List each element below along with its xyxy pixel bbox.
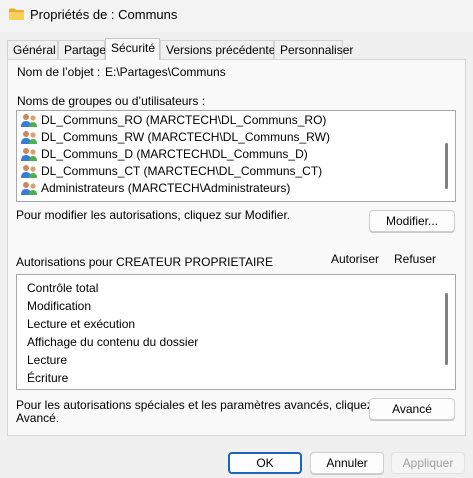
tab-sharing[interactable]: Partage bbox=[58, 40, 107, 59]
groups-label: Noms de groupes ou d’utilisateurs : bbox=[17, 94, 206, 108]
tab-general-label: Général bbox=[13, 43, 56, 57]
folder-icon bbox=[9, 8, 24, 20]
user-group-icon bbox=[21, 182, 37, 195]
user-group-icon bbox=[21, 165, 37, 178]
permission-item: Écriture bbox=[27, 371, 69, 385]
permission-item: Lecture bbox=[27, 353, 68, 367]
group-name: DL_Communs_RW (MARCTECH\DL_Communs_RW) bbox=[41, 130, 330, 144]
deny-column-header: Refuser bbox=[394, 252, 437, 266]
group-name: Administrateurs (MARCTECH\Administrateur… bbox=[41, 181, 291, 195]
object-name-label: Nom de l’objet : bbox=[17, 65, 101, 79]
apply-button[interactable]: Appliquer bbox=[391, 452, 465, 474]
user-group-icon bbox=[21, 114, 37, 127]
object-name-value: E:\Partages\Communs bbox=[105, 65, 226, 79]
ok-button[interactable]: OK bbox=[228, 452, 302, 474]
advanced-hint-line2: Avancé. bbox=[16, 411, 60, 425]
group-name: DL_Communs_D (MARCTECH\DL_Communs_D) bbox=[41, 147, 308, 161]
modify-hint: Pour modifier les autorisations, cliquez… bbox=[16, 208, 291, 222]
group-name: DL_Communs_CT (MARCTECH\DL_Communs_CT) bbox=[41, 164, 323, 178]
tab-customize[interactable]: Personnaliser bbox=[274, 40, 353, 59]
advanced-button[interactable]: Avancé bbox=[369, 398, 455, 420]
modify-button[interactable]: Modifier... bbox=[369, 210, 455, 232]
user-group-icon bbox=[21, 148, 37, 161]
groups-listbox[interactable]: DL_Communs_RO (MARCTECH\DL_Communs_RO) D… bbox=[16, 110, 456, 202]
permission-item: Lecture et exécution bbox=[27, 317, 136, 331]
tab-sharing-label: Partage bbox=[64, 43, 107, 57]
permission-item: Modification bbox=[27, 299, 92, 313]
permission-item: Contrôle total bbox=[27, 281, 99, 295]
cancel-button[interactable]: Annuler bbox=[310, 452, 384, 474]
advanced-hint-line1: Pour les autorisations spéciales et les … bbox=[16, 398, 393, 412]
user-group-icon bbox=[21, 131, 37, 144]
tab-customize-label: Personnaliser bbox=[280, 43, 354, 57]
permissions-label: Autorisations pour CREATEUR PROPRIETAIRE bbox=[16, 255, 273, 269]
permission-item: Affichage du contenu du dossier bbox=[27, 335, 199, 349]
tab-previous-versions[interactable]: Versions précédentes bbox=[160, 40, 281, 59]
title-bar: Propriétés de : Communs bbox=[0, 0, 473, 32]
allow-column-header: Autoriser bbox=[331, 252, 380, 266]
permissions-scrollbar[interactable] bbox=[445, 293, 448, 365]
tab-security[interactable]: Sécurité bbox=[105, 38, 160, 60]
window-title: Propriétés de : Communs bbox=[30, 7, 178, 22]
group-name: DL_Communs_RO (MARCTECH\DL_Communs_RO) bbox=[41, 113, 327, 127]
permissions-listbox[interactable]: Contrôle total Modification Lecture et e… bbox=[16, 274, 456, 390]
tab-security-label: Sécurité bbox=[111, 41, 156, 55]
tab-general[interactable]: Général bbox=[7, 40, 58, 59]
tab-previous-versions-label: Versions précédentes bbox=[166, 43, 282, 57]
groups-scrollbar[interactable] bbox=[445, 143, 448, 189]
tab-strip: Général Partage Sécurité Versions précéd… bbox=[0, 38, 473, 60]
